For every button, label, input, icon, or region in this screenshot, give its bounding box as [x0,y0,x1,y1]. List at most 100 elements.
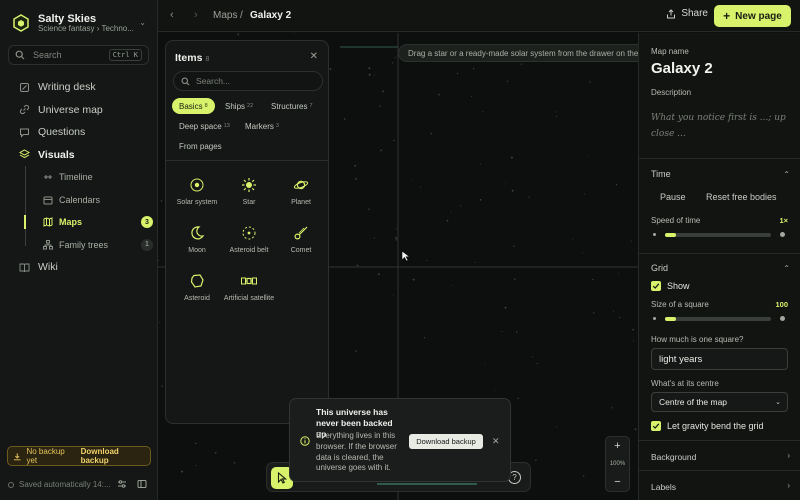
show-grid-checkbox[interactable]: Show [651,281,690,291]
drawer-count: 8 [205,56,210,63]
background-star [355,178,357,180]
grid-section-header[interactable]: Grid [651,263,668,273]
drawer-divider [166,160,328,161]
background-star [420,186,422,188]
background-star [394,56,396,58]
background-star [632,340,634,342]
zoom-out-button[interactable]: − [614,476,620,488]
tile-artificial-satellite[interactable]: Artificial satellite [223,273,275,303]
background-star [452,284,454,286]
chip-deep-space[interactable]: Deep space 13 [172,118,237,134]
back-arrow-icon[interactable]: ‹ [170,9,174,21]
sidebar-item-wiki[interactable]: Wiki [8,256,153,279]
chip-markers[interactable]: Markers 3 [238,118,286,134]
drawer-title: Items 8 [175,52,209,64]
labels-section-header[interactable]: Labels [651,482,676,492]
moon-icon [189,225,205,241]
chip-basics[interactable]: Basics 8 [172,98,215,114]
drawer-search-input[interactable]: Search... [173,71,323,91]
panel-divider [639,158,800,159]
tile-moon[interactable]: Moon [171,225,223,255]
pause-button[interactable]: Pause [660,192,686,202]
chevron-up-icon[interactable]: ⌃ [783,170,790,179]
sidebar-item-visuals[interactable]: Visuals [8,144,153,167]
tile-comet[interactable]: Comet [275,225,327,255]
background-star [426,259,428,262]
background-star [456,72,459,74]
sidebar-item-family-trees[interactable]: Family trees 1 [25,234,153,257]
background-star [237,33,240,36]
background-star [379,105,381,107]
speed-of-time-value: 1× [779,216,788,225]
share-button[interactable]: Share [666,8,708,19]
sidebar-item-calendars[interactable]: Calendars [25,189,153,212]
close-icon[interactable]: ✕ [492,436,500,447]
tile-solar-system[interactable]: Solar system [171,177,223,207]
tile-star[interactable]: Star [223,177,275,207]
square-size-value: 100 [775,300,788,309]
sidebar-toggle-icon[interactable] [137,479,147,489]
new-page-button[interactable]: + New page [714,5,791,27]
chevron-up-icon[interactable]: ⌃ [783,264,790,273]
settings-sliders-icon[interactable] [117,479,127,489]
family-trees-count-badge: 1 [141,238,153,251]
forward-arrow-icon[interactable]: › [194,9,198,21]
sidebar-item-writing-desk[interactable]: Writing desk [8,76,153,99]
chevron-right-icon[interactable]: › [787,451,790,460]
background-star [412,278,415,281]
gravity-checkbox[interactable]: Let gravity bend the grid [651,421,764,431]
pen-icon [18,81,30,93]
square-unit-input[interactable]: light years [651,348,788,370]
sidebar-nav: Writing desk Universe map Questions Visu… [8,76,153,279]
sidebar-item-label: Writing desk [38,81,96,94]
background-star [293,33,295,34]
centre-select[interactable]: Centre of the map ⌄ [651,392,788,412]
gravity-label: Let gravity bend the grid [667,421,764,431]
background-star [613,310,614,312]
background-star [506,80,509,82]
close-icon[interactable]: ✕ [310,51,318,62]
background-star [515,331,518,333]
background-star [181,470,183,473]
map-name-field[interactable]: Galaxy 2 [651,60,713,77]
sidebar-item-timeline[interactable]: Timeline [25,166,153,189]
breadcrumb-maps[interactable]: Maps [213,10,237,21]
sidebar-item-universe-map[interactable]: Universe map [8,99,153,122]
tile-asteroid[interactable]: Asteroid [171,273,223,303]
reset-free-bodies-button[interactable]: Reset free bodies [706,192,777,202]
background-star [368,67,371,70]
chip-structures[interactable]: Structures 7 [264,98,320,114]
tile-asteroid-belt[interactable]: Asteroid belt [223,225,275,255]
background-star [589,81,591,83]
download-icon [13,452,21,460]
chip-from-pages[interactable]: From pages [172,138,229,154]
download-backup-link[interactable]: Download backup [81,447,145,465]
background-star [513,278,516,280]
toast-download-backup-button[interactable]: Download backup [409,434,483,449]
time-section-header[interactable]: Time [651,169,671,179]
calendar-icon [42,194,53,205]
square-size-slider[interactable] [653,315,787,323]
background-section-header[interactable]: Background [651,452,696,462]
background-star [354,164,357,167]
background-star [501,330,503,333]
search-placeholder: Search [33,50,62,60]
sidebar-item-questions[interactable]: Questions [8,121,153,144]
sidebar-item-label: Questions [38,126,86,139]
sidebar-item-label: Timeline [59,172,93,183]
saved-status-icon [8,481,14,488]
chip-label: Deep space [179,121,222,131]
zoom-in-button[interactable]: + [614,440,620,452]
description-label: Description [651,88,692,97]
tile-label: Asteroid [184,295,210,302]
zoom-control: + 100% − [605,436,630,492]
description-field[interactable]: What you notice first is ...; up close .… [651,111,791,143]
tile-planet[interactable]: Planet [275,177,327,207]
background-star [618,272,620,274]
chevron-right-icon[interactable]: › [787,481,790,490]
universe-switcher[interactable]: Salty Skies Science fantasy › Techno... … [12,10,152,36]
search-input[interactable]: Search Ctrl K [8,45,149,65]
speed-of-time-slider[interactable] [653,231,787,239]
sidebar-item-maps[interactable]: Maps 3 [24,211,153,234]
chip-ships[interactable]: Ships 22 [218,98,260,114]
